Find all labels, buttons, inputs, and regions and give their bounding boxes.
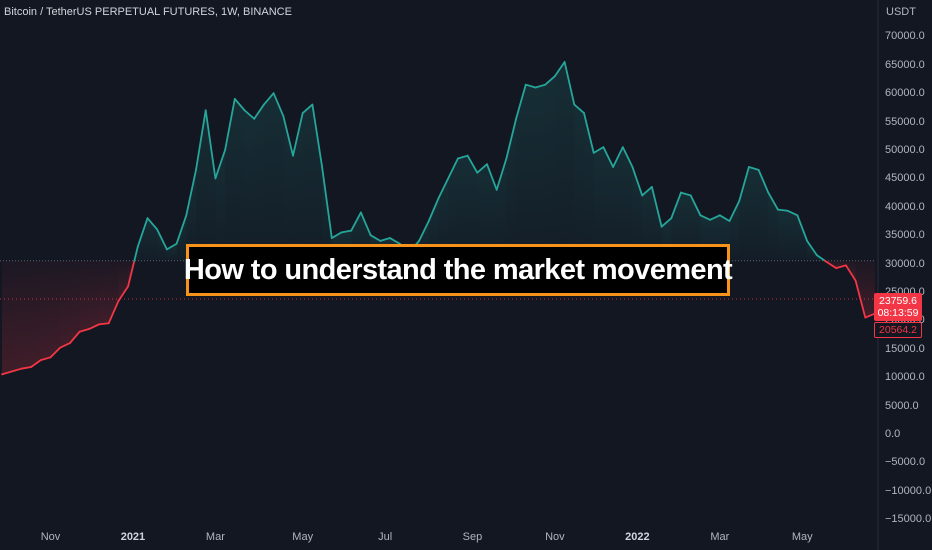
y-tick-label: −10000.0 — [885, 484, 932, 497]
last-price-value: 23759.6 — [879, 295, 917, 307]
y-tick-label: 70000.0 — [885, 30, 925, 43]
area-fill-segment — [234, 98, 245, 261]
y-tick-label: 45000.0 — [885, 172, 925, 185]
y-tick-label: 60000.0 — [885, 87, 925, 100]
x-tick-label: Sep — [462, 531, 483, 543]
x-tick-label: May — [292, 531, 314, 543]
area-fill-segment — [89, 260, 99, 329]
area-fill-segment — [21, 260, 32, 369]
x-tick-label: 2021 — [120, 531, 146, 543]
y-tick-label: 30000.0 — [885, 257, 925, 270]
x-tick-label: Nov — [545, 531, 565, 543]
area-fill — [2, 61, 875, 375]
y-tick-label: 5000.0 — [885, 399, 919, 412]
x-tick-label: Nov — [40, 531, 61, 543]
area-fill-segment — [545, 76, 555, 261]
banner-text: How to understand the market movement — [183, 253, 733, 286]
area-fill-segment — [525, 84, 536, 261]
area-fill-segment — [2, 260, 12, 375]
area-fill-segment — [263, 93, 274, 261]
area-fill-segment — [11, 260, 22, 372]
x-tick-label: 2022 — [625, 531, 650, 543]
area-fill-segment — [535, 84, 546, 261]
x-tick-label: May — [791, 531, 813, 543]
y-tick-label: 50000.0 — [885, 144, 925, 156]
x-tick-label: Mar — [205, 531, 225, 543]
area-fill-segment — [196, 110, 206, 261]
low-price-badge: 20564.2 — [874, 322, 922, 338]
area-fill-segment — [79, 260, 90, 332]
x-tick-label: Mar — [710, 531, 730, 543]
area-fill-segment — [69, 260, 80, 344]
y-tick-label: 40000.0 — [885, 200, 925, 213]
area-fill-segment — [244, 110, 255, 261]
y-tick-label: 55000.0 — [885, 115, 925, 128]
area-fill-segment — [564, 61, 575, 261]
area-fill-segment — [205, 110, 216, 261]
area-fill-segment — [302, 104, 313, 261]
area-fill-segment — [748, 167, 759, 261]
area-fill-segment — [787, 210, 798, 261]
area-fill-segment — [40, 260, 51, 361]
area-fill-segment — [778, 209, 788, 261]
area-fill-segment — [554, 61, 565, 261]
area-fill-segment — [31, 260, 41, 367]
price-line-segment — [777, 208, 789, 212]
y-tick-label: 15000.0 — [885, 342, 925, 355]
bar-countdown: 08:13:59 — [877, 307, 919, 319]
y-tick-label: −5000.0 — [885, 456, 926, 469]
area-fill-segment — [273, 93, 284, 261]
area-fill-segment — [60, 260, 70, 348]
y-tick-label: −15000.0 — [885, 513, 932, 526]
price-line-segment — [98, 322, 110, 326]
title-banner: How to understand the market movement — [183, 244, 733, 296]
area-fill-segment — [574, 104, 584, 261]
y-tick-label: 65000.0 — [885, 58, 925, 71]
area-fill-segment — [99, 260, 109, 325]
last-price-badge: 23759.6 08:13:59 — [874, 293, 922, 321]
currency-label: USDT — [886, 6, 916, 18]
area-fill-segment — [50, 260, 61, 358]
x-tick-label: Jul — [378, 531, 393, 543]
area-fill-segment — [312, 104, 323, 261]
symbol-title[interactable]: Bitcoin / TetherUS PERPETUAL FUTURES, 1W… — [4, 6, 292, 18]
y-tick-label: 10000.0 — [885, 371, 925, 384]
y-tick-label: 35000.0 — [885, 229, 925, 242]
y-tick-label: 0.0 — [885, 428, 901, 440]
area-fill-segment — [254, 104, 264, 261]
